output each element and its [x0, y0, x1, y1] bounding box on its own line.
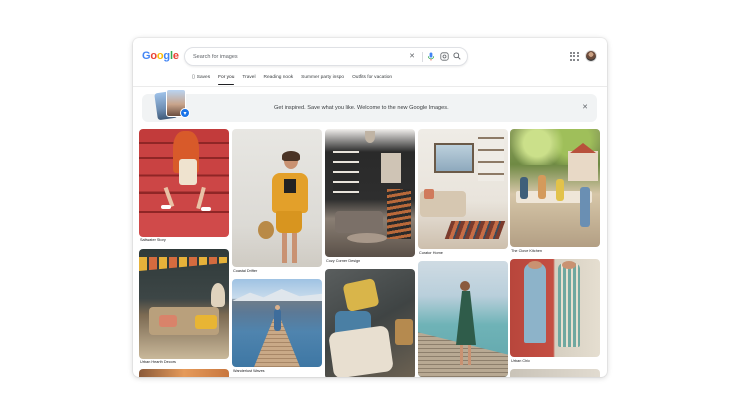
search-input[interactable] [193, 50, 403, 63]
image-caption: Urban Chic [511, 359, 530, 363]
lens-icon[interactable] [439, 52, 449, 62]
image-thumbnail [418, 129, 508, 249]
tab-saves[interactable]: ▯ Saves [192, 72, 210, 85]
image-caption: Curator Home [419, 251, 443, 255]
image-thumbnail [510, 259, 600, 357]
avatar[interactable] [585, 50, 597, 62]
image-thumbnail [325, 269, 415, 377]
bookmark-icon: ▯ [192, 74, 195, 80]
tab-travel[interactable]: Travel [242, 72, 255, 85]
tab-outfits-for-vacation[interactable]: Outfits for vacation [352, 72, 392, 85]
image-caption: Coastal Drifter [233, 269, 258, 273]
logo-letter: e [172, 50, 179, 62]
close-icon[interactable]: ✕ [407, 52, 417, 62]
image-caption: Saltwater Story [140, 238, 166, 242]
image-thumbnail [139, 249, 229, 359]
banner-text: Get inspired. Save what you like. Welcom… [274, 105, 449, 111]
image-thumbnail [325, 129, 415, 257]
tab-for-you[interactable]: For you [218, 72, 235, 85]
tab-reading-nook[interactable]: Reading nook [264, 72, 294, 85]
image-thumbnail [510, 369, 600, 377]
mic-icon[interactable] [426, 52, 436, 62]
tab-summer-party-inspo[interactable]: Summer party inspo [301, 72, 344, 85]
image-thumbnail [510, 129, 600, 247]
image-thumbnail [232, 279, 322, 367]
close-icon[interactable]: ✕ [582, 103, 588, 112]
search-icon[interactable] [452, 52, 462, 62]
bookmark-badge-icon: ▾ [180, 108, 190, 118]
image-caption: The Clove Kitchen [511, 249, 543, 253]
tab-label: Outfits for vacation [352, 75, 393, 80]
search-box: ✕ [184, 47, 468, 66]
google-images-window: Google ✕ ▯Saves For you Travel Reading n… [133, 38, 607, 377]
tab-label: Reading nook [263, 75, 294, 80]
tab-label: For you [218, 75, 235, 80]
tab-label: Travel [242, 75, 256, 80]
apps-grid-icon[interactable] [570, 52, 579, 61]
tab-label: Summer party inspo [301, 75, 345, 80]
image-caption: Urban Hearth Decors [140, 360, 176, 364]
tab-divider [133, 86, 607, 87]
image-thumbnail [139, 129, 229, 237]
image-caption: Cozy Corner Design [326, 259, 361, 263]
image-thumbnail [232, 129, 322, 267]
search-divider [422, 52, 423, 62]
image-thumbnail [418, 261, 508, 377]
logo-letter: G [142, 50, 151, 62]
image-thumbnail [139, 369, 229, 377]
welcome-banner: ▾ Get inspired. Save what you like. Welc… [142, 89, 597, 122]
google-logo[interactable]: Google [142, 50, 179, 62]
image-caption: Wanderlust Waves [233, 369, 265, 373]
tab-label: Saves [196, 75, 211, 80]
tab-bar: ▯ Saves For you Travel Reading nook Summe… [192, 72, 400, 86]
